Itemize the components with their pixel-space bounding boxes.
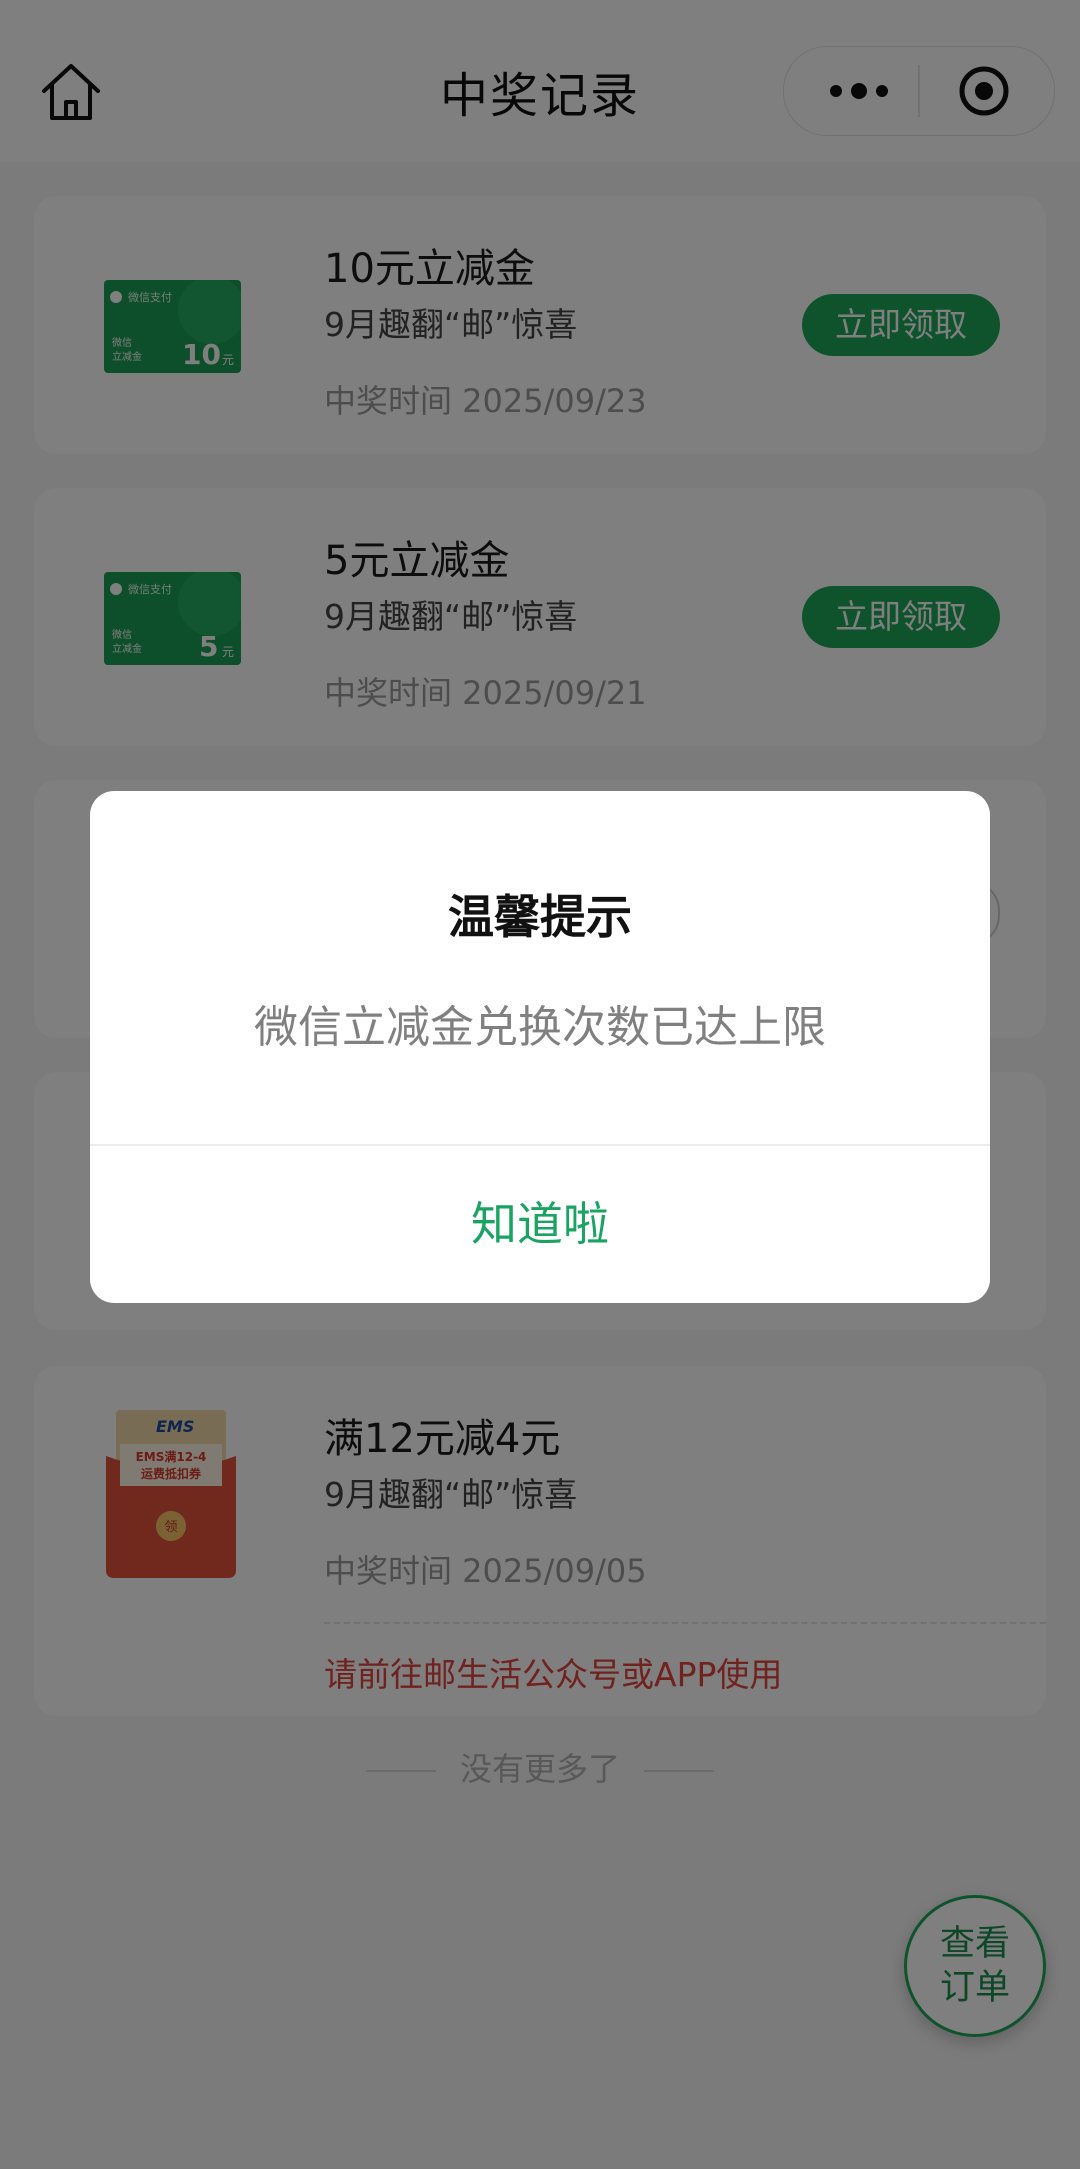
dialog-message: 微信立减金兑换次数已达上限 (254, 1002, 826, 1053)
dialog-confirm-button[interactable]: 知道啦 (90, 1146, 990, 1303)
alert-dialog: 温馨提示 微信立减金兑换次数已达上限 知道啦 (90, 791, 990, 1303)
dialog-title: 温馨提示 (448, 890, 632, 944)
